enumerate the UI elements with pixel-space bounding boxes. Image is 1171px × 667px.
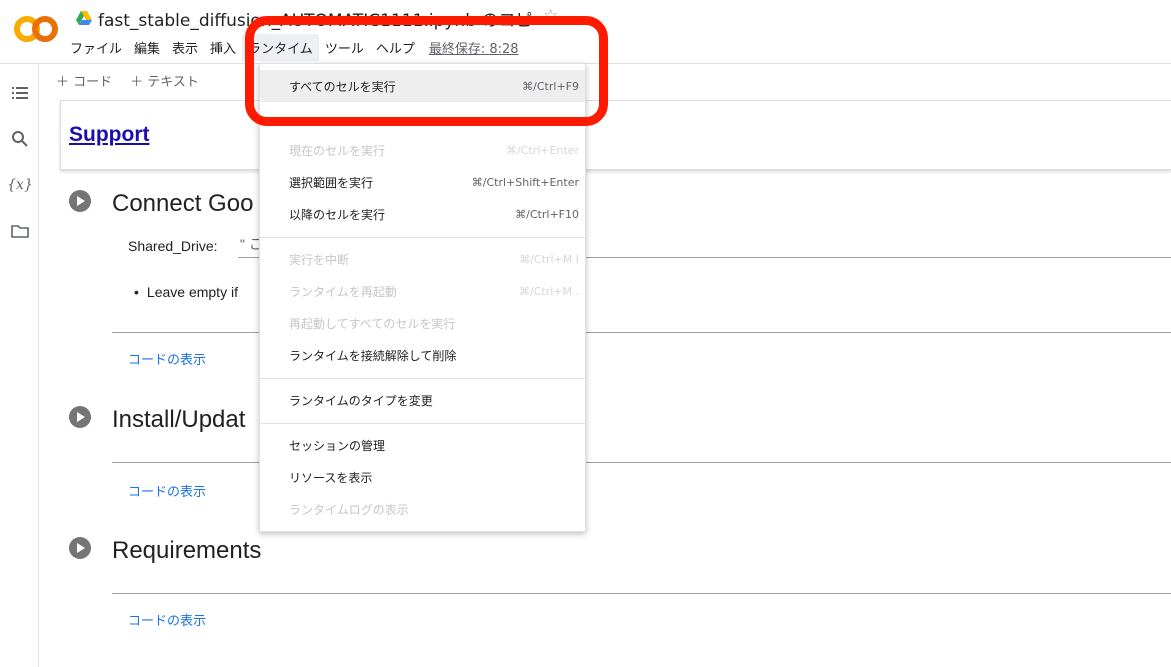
cell-divider [112, 593, 1171, 594]
add-text-button[interactable]: ＋ テキスト [130, 71, 199, 90]
menu-item-shortcut: ⌘/Ctrl+F10 [515, 207, 579, 221]
runtime-menu: すべてのセルを実行 ⌘/Ctrl+F9 現在のセルを実行 ⌘/Ctrl+Ente… [259, 63, 586, 532]
notebook-title[interactable]: fast_stable_diffusion_AUTOMATIC1111.ipyn… [98, 6, 549, 31]
menu-separator [260, 423, 585, 424]
menu-item-run-selection[interactable]: 選択範囲を実行 ⌘/Ctrl+Shift+Enter [260, 166, 585, 198]
variables-icon[interactable]: {x} [7, 174, 33, 196]
menu-item-restart-run-all: 再起動してすべてのセルを実行 [260, 307, 585, 339]
last-saved-link[interactable]: 最終保存: 8:28 [429, 38, 519, 57]
menu-item-label: ランタイムを再起動 [289, 284, 397, 299]
add-code-button[interactable]: ＋ コード [56, 71, 112, 90]
search-icon[interactable] [9, 128, 31, 150]
menu-runtime[interactable]: ランタイム [242, 33, 319, 61]
run-cell-icon[interactable] [69, 406, 91, 428]
shared-drive-label: Shared_Drive: [128, 238, 218, 254]
menu-item-label: セッションの管理 [289, 438, 386, 453]
run-cell-icon[interactable] [69, 190, 91, 212]
menu-tools[interactable]: ツール [319, 34, 370, 61]
menu-item-shortcut: ⌘/Ctrl+M . [519, 284, 579, 298]
support-text-cell[interactable]: Support [60, 100, 1171, 170]
menu-item-run-current: 現在のセルを実行 ⌘/Ctrl+Enter [260, 134, 585, 166]
menu-item-view-runtime-logs: ランタイムログの表示 [260, 493, 585, 525]
section-title: Connect Goo [112, 190, 254, 217]
google-drive-icon [76, 11, 92, 25]
app-header: fast_stable_diffusion_AUTOMATIC1111.ipyn… [0, 0, 1171, 64]
menu-item-label: ランタイムログの表示 [289, 502, 409, 517]
folder-icon[interactable] [9, 220, 31, 242]
star-icon[interactable]: ☆ [543, 6, 558, 26]
menu-item-label: すべてのセルを実行 [289, 79, 396, 94]
menu-item-label: 現在のセルを実行 [289, 143, 386, 158]
menu-item-label: 選択範囲を実行 [289, 175, 374, 190]
left-rail: {x} [0, 64, 39, 667]
menu-item-label: ランタイムのタイプを変更 [289, 393, 433, 408]
menu-item-label: 以降のセルを実行 [289, 207, 386, 222]
menu-edit[interactable]: 編集 [128, 34, 166, 61]
menu-separator [260, 378, 585, 379]
menu-item-run-all[interactable]: すべてのセルを実行 ⌘/Ctrl+F9 [260, 70, 585, 102]
section-title: Requirements [112, 537, 262, 564]
menubar: ファイル 編集 表示 挿入 ランタイム ツール ヘルプ 最終保存: 8:28 [64, 33, 519, 61]
title-row: fast_stable_diffusion_AUTOMATIC1111.ipyn… [76, 6, 549, 31]
menu-item-label: 再起動してすべてのセルを実行 [289, 316, 456, 331]
toc-icon[interactable] [9, 82, 31, 104]
menu-item-shortcut: ⌘/Ctrl+Shift+Enter [471, 175, 579, 189]
show-code-link[interactable]: コードの表示 [128, 481, 206, 500]
menu-item-restart: ランタイムを再起動 ⌘/Ctrl+M . [260, 275, 585, 307]
menu-item-shortcut: ⌘/Ctrl+F9 [522, 79, 579, 93]
menu-help[interactable]: ヘルプ [370, 34, 421, 61]
menu-item-manage-sessions[interactable]: セッションの管理 [260, 429, 585, 461]
notebook-content: Support Connect Goo Shared_Drive: " こ Le… [40, 96, 1171, 667]
show-code-link[interactable]: コードの表示 [128, 610, 206, 629]
menu-item-view-resources[interactable]: リソースを表示 [260, 461, 585, 493]
support-link[interactable]: Support [69, 123, 149, 147]
menu-file[interactable]: ファイル [64, 34, 128, 61]
menu-insert[interactable]: 挿入 [204, 34, 242, 61]
run-cell-icon[interactable] [69, 537, 91, 559]
menu-item-label: ランタイムを接続解除して削除 [289, 348, 457, 363]
menu-item-run-after[interactable]: 以降のセルを実行 ⌘/Ctrl+F10 [260, 198, 585, 230]
menu-item-change-runtime-type[interactable]: ランタイムのタイプを変更 [260, 384, 585, 416]
notebook-toolbar: ＋ コード ＋ テキスト [40, 64, 1171, 96]
menu-separator [260, 237, 585, 238]
menu-item-label: リソースを表示 [289, 470, 373, 485]
show-code-link[interactable]: コードの表示 [128, 349, 206, 368]
section-title: Install/Updat [112, 406, 246, 433]
menu-item-disconnect-delete[interactable]: ランタイムを接続解除して削除 [260, 339, 585, 371]
menu-item-label: 実行を中断 [289, 252, 350, 267]
menu-item-shortcut: ⌘/Ctrl+M I [519, 252, 579, 266]
colab-logo[interactable] [14, 14, 58, 44]
menu-item-interrupt: 実行を中断 ⌘/Ctrl+M I [260, 243, 585, 275]
list-item: Leave empty if [134, 284, 238, 300]
menu-view[interactable]: 表示 [166, 34, 204, 61]
menu-item-shortcut: ⌘/Ctrl+Enter [505, 143, 579, 157]
